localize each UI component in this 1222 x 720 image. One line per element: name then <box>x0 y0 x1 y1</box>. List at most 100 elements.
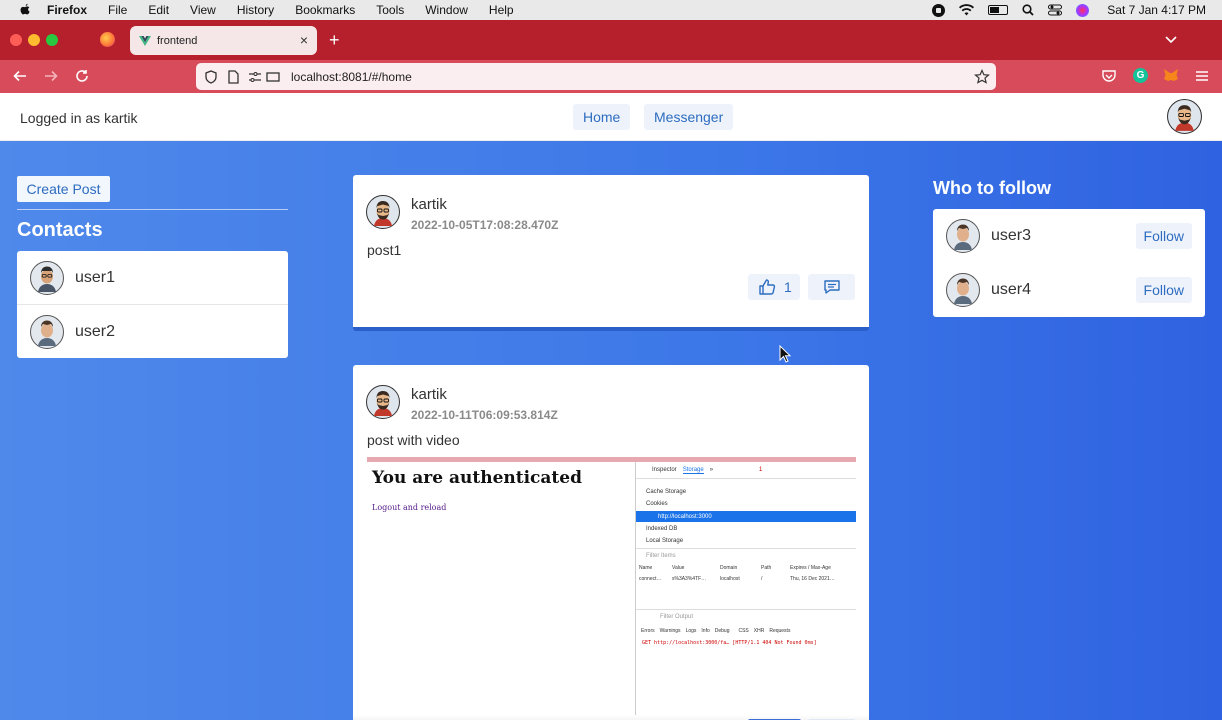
tree-label: Cache Storage <box>646 489 687 495</box>
console-tab: CSS <box>738 628 749 634</box>
sidebar-divider <box>17 209 288 210</box>
filter-placeholder: Filter Items <box>646 553 676 559</box>
list-all-tabs-chevron-icon[interactable] <box>1164 32 1178 46</box>
cell: / <box>761 576 763 582</box>
grammarly-extension-icon[interactable]: G <box>1133 68 1148 83</box>
menu-view[interactable]: View <box>190 3 216 17</box>
forward-arrow-icon[interactable] <box>43 68 59 84</box>
macos-menubar: Firefox File Edit View History Bookmarks… <box>0 0 1222 20</box>
who-to-follow-list: user3 Follow user4 Follow <box>933 209 1205 317</box>
vue-favicon-icon <box>139 35 151 46</box>
tree-label: http://localhost:3000 <box>658 513 712 520</box>
siri-icon[interactable] <box>1076 3 1090 17</box>
tracking-protection-shield-icon[interactable] <box>204 69 218 84</box>
devtools-tree-item: Cache Storage <box>636 487 856 497</box>
avatar <box>946 273 980 307</box>
window-zoom-button[interactable] <box>46 34 58 46</box>
post-author[interactable]: kartik <box>411 386 447 403</box>
stop-recording-icon[interactable] <box>932 3 946 17</box>
suggestion-name[interactable]: user3 <box>991 227 1031 245</box>
hamburger-menu-icon[interactable] <box>1195 69 1209 83</box>
video-devtools-panel: Inspector Storage » 1 Cache Storage Cook… <box>635 462 856 720</box>
tree-label: Local Storage <box>646 538 684 544</box>
tab-title: frontend <box>157 34 198 47</box>
post-card: kartik 2022-10-11T06:09:53.814Z post wit… <box>353 365 869 720</box>
pocket-icon[interactable] <box>1102 69 1116 83</box>
battery-icon[interactable] <box>988 5 1009 15</box>
firefox-view-icon[interactable] <box>100 32 115 47</box>
wifi-icon[interactable] <box>959 4 975 16</box>
contact-item-user2[interactable]: user2 <box>17 305 288 359</box>
thumbs-up-icon <box>759 279 776 295</box>
browser-tab-strip: frontend × + <box>0 20 1222 60</box>
control-center-icon[interactable] <box>1048 4 1063 16</box>
col-header: Expires / Max-Age <box>790 565 831 571</box>
follow-button[interactable]: Follow <box>1135 223 1192 249</box>
screen-share-icon[interactable] <box>266 70 280 84</box>
avatar <box>366 385 400 419</box>
menu-help[interactable]: Help <box>489 3 514 17</box>
back-arrow-icon[interactable] <box>12 68 28 84</box>
browser-tab-frontend[interactable]: frontend × <box>130 26 317 55</box>
menu-history[interactable]: History <box>237 3 274 17</box>
url-bar[interactable]: localhost:8081/#/home <box>196 63 996 90</box>
comment-button[interactable] <box>808 274 855 300</box>
follow-suggestion-user4: user4 Follow <box>933 263 1205 317</box>
menu-file[interactable]: File <box>108 3 127 17</box>
tree-label: Cookies <box>646 501 668 507</box>
metamask-extension-icon[interactable] <box>1163 68 1179 83</box>
suggestion-name[interactable]: user4 <box>991 281 1031 299</box>
cell: Thu, 16 Dec 2021… <box>790 576 835 582</box>
devtools-tab-storage: Storage <box>682 466 704 474</box>
create-post-button[interactable]: Create Post <box>17 176 110 202</box>
contacts-list: user1 user2 <box>17 251 288 358</box>
comment-icon <box>823 280 840 294</box>
post-card: kartik 2022-10-05T17:08:28.470Z post1 1 <box>353 175 869 331</box>
console-tab: Info <box>701 628 710 634</box>
page-info-icon[interactable] <box>226 69 240 84</box>
app-header: Logged in as kartik Home Messenger <box>0 93 1222 141</box>
reload-icon[interactable] <box>74 68 90 84</box>
menu-bookmarks[interactable]: Bookmarks <box>295 3 355 17</box>
post-body: post1 <box>367 242 402 258</box>
user-avatar[interactable] <box>1167 99 1202 134</box>
devtools-tree-item-selected: http://localhost:3000 <box>636 511 856 522</box>
contact-item-user1[interactable]: user1 <box>17 251 288 305</box>
col-header: Path <box>761 565 772 571</box>
browser-navigation-bar: localhost:8081/#/home G <box>0 60 1222 93</box>
cell: s%3A3%4TF… <box>672 576 707 582</box>
post-timestamp: 2022-10-11T06:09:53.814Z <box>411 408 558 422</box>
post-video[interactable]: You are authenticated Logout and reload … <box>367 457 856 720</box>
console-tab: Logs <box>685 628 697 634</box>
devtools-console-error: GET http://localhost:3000/fa… [HTTP/1.1 … <box>636 638 856 648</box>
tree-label: Indexed DB <box>646 526 678 532</box>
menu-tools[interactable]: Tools <box>376 3 404 17</box>
window-minimize-button[interactable] <box>28 34 40 46</box>
cell: connect… <box>639 576 662 582</box>
post-author[interactable]: kartik <box>411 196 447 213</box>
menu-window[interactable]: Window <box>425 3 468 17</box>
like-button[interactable]: 1 <box>748 274 800 300</box>
devtools-toolbar: Inspector Storage » 1 <box>636 464 856 476</box>
spotlight-search-icon[interactable] <box>1022 4 1034 16</box>
devtools-tab-more: » <box>709 467 714 473</box>
nav-messenger-button[interactable]: Messenger <box>644 104 734 130</box>
menu-edit[interactable]: Edit <box>148 3 169 17</box>
new-tab-button[interactable]: + <box>329 30 340 51</box>
devtools-cookie-row: connect… s%3A3%4TF… localhost / Thu, 16 … <box>636 574 856 584</box>
menubar-clock[interactable]: Sat 7 Jan 4:17 PM <box>1107 3 1206 17</box>
bookmark-star-icon[interactable] <box>974 69 990 85</box>
url-text[interactable]: localhost:8081/#/home <box>291 70 412 84</box>
window-close-button[interactable] <box>10 34 22 46</box>
avatar <box>30 260 64 295</box>
video-heading: You are authenticated <box>372 468 582 488</box>
console-tab: XHR <box>753 628 765 634</box>
console-tab: Requests <box>769 628 791 634</box>
nav-home-button[interactable]: Home <box>573 104 631 130</box>
menu-app-name[interactable]: Firefox <box>47 3 87 17</box>
col-header: Value <box>672 565 685 571</box>
follow-button[interactable]: Follow <box>1135 277 1192 303</box>
tab-close-icon[interactable]: × <box>300 32 308 48</box>
permissions-icon[interactable] <box>248 70 262 84</box>
apple-icon[interactable] <box>17 3 33 17</box>
